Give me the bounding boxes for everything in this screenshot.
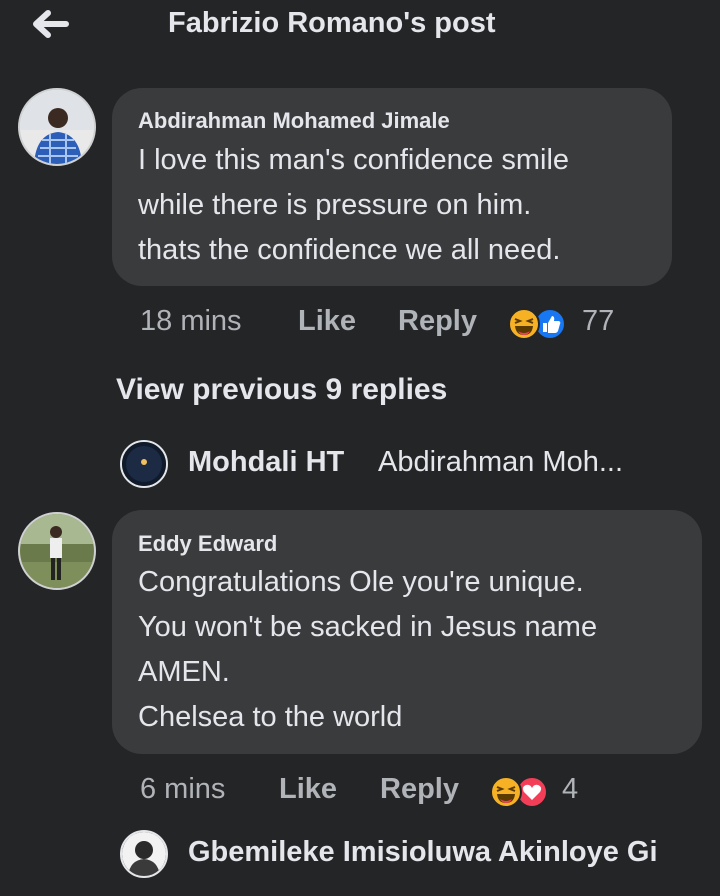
haha-icon — [490, 776, 522, 808]
comment-actions: 18 mins Like Reply 77 — [138, 305, 698, 345]
comment-text-line: Chelsea to the world — [138, 701, 403, 733]
reply-author[interactable]: Mohdali HT — [188, 446, 344, 479]
profile-photo — [20, 514, 94, 588]
comment-text-line: Congratulations Ole you're unique. — [138, 566, 584, 598]
profile-photo — [122, 832, 166, 876]
comment-text-line: You won't be sacked in Jesus name — [138, 611, 598, 643]
reply-button[interactable]: Reply — [398, 305, 477, 338]
next-comment-preview[interactable]: Gbemileke Imisioluwa Akinloye Gi — [120, 830, 720, 880]
reactions[interactable] — [488, 775, 552, 809]
comment-text-line: thats the confidence we all need. — [138, 234, 561, 266]
comment-text-line: while there is pressure on him. — [138, 189, 532, 221]
reply-preview[interactable]: Mohdali HT Abdirahman Moh... — [120, 440, 720, 490]
comment-author[interactable]: Eddy Edward — [138, 531, 277, 557]
reactions[interactable] — [506, 307, 570, 341]
reaction-count[interactable]: 77 — [582, 305, 614, 338]
comment-text-line: I love this man's confidence smile — [138, 144, 570, 176]
view-previous-replies-link[interactable]: View previous 9 replies — [116, 373, 447, 407]
like-button[interactable]: Like — [298, 305, 356, 338]
avatar[interactable] — [120, 440, 168, 488]
comment-text-line: AMEN. — [138, 656, 230, 688]
like-button[interactable]: Like — [279, 773, 337, 806]
comment-actions: 6 mins Like Reply 4 — [138, 773, 698, 813]
profile-photo — [122, 442, 166, 486]
haha-icon — [508, 308, 540, 340]
back-button[interactable] — [28, 6, 72, 42]
next-comment-author[interactable]: Gbemileke Imisioluwa Akinloye Gi — [188, 836, 658, 869]
comment-time: 18 mins — [140, 305, 242, 337]
avatar[interactable] — [18, 88, 96, 166]
top-bar: Fabrizio Romano's post — [0, 0, 720, 52]
page-title: Fabrizio Romano's post — [168, 7, 496, 39]
comment-author[interactable]: Abdirahman Mohamed Jimale — [138, 108, 450, 134]
arrow-left-icon — [33, 10, 69, 38]
reply-button[interactable]: Reply — [380, 773, 459, 806]
comment-bubble[interactable]: Eddy Edward Congratulations Ole you're u… — [112, 510, 702, 754]
avatar[interactable] — [18, 512, 96, 590]
reply-snippet: Abdirahman Moh... — [378, 446, 624, 478]
reaction-count[interactable]: 4 — [562, 773, 578, 806]
comment-time: 6 mins — [140, 773, 226, 805]
profile-photo — [20, 90, 94, 164]
comment-bubble[interactable]: Abdirahman Mohamed Jimale I love this ma… — [112, 88, 672, 286]
avatar[interactable] — [120, 830, 168, 878]
